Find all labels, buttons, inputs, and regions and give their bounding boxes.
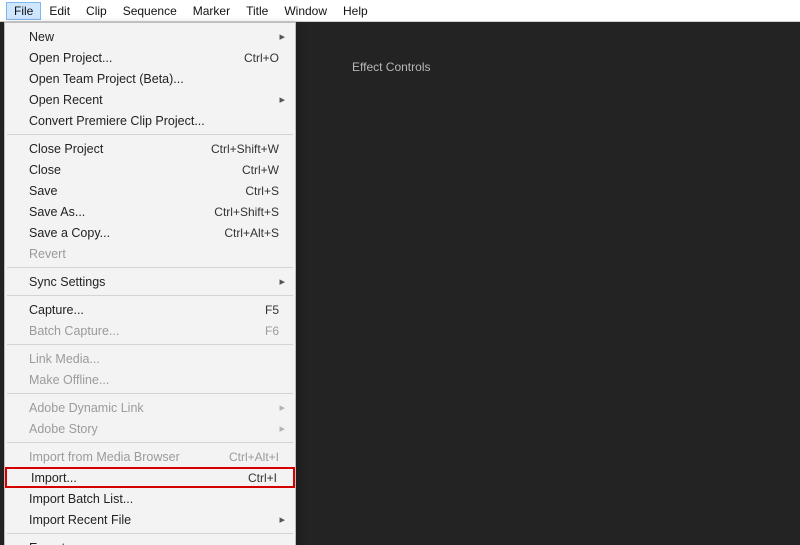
menu-item-label: Import Recent File xyxy=(29,513,279,527)
menubar-item-clip[interactable]: Clip xyxy=(78,2,115,20)
menu-item-label: Make Offline... xyxy=(29,373,279,387)
menu-item-adobe-story: Adobe Story▸ xyxy=(5,418,295,439)
menubar-item-help[interactable]: Help xyxy=(335,2,376,20)
menu-item-save[interactable]: Save Ctrl+S xyxy=(5,180,295,201)
menu-item-shortcut: Ctrl+I xyxy=(248,471,277,485)
menu-separator xyxy=(7,393,293,394)
menu-item-sync-settings[interactable]: Sync Settings▸ xyxy=(5,271,295,292)
menu-item-label: Export xyxy=(29,541,279,545)
menu-item-import-batch-list[interactable]: Import Batch List... xyxy=(5,488,295,509)
menu-separator xyxy=(7,267,293,268)
menu-item-open-recent[interactable]: Open Recent▸ xyxy=(5,89,295,110)
menu-item-label: Import Batch List... xyxy=(29,492,279,506)
menu-item-close[interactable]: Close Ctrl+W xyxy=(5,159,295,180)
effect-controls-label: Effect Controls xyxy=(352,60,430,74)
menu-item-batch-capture: Batch Capture... F6 xyxy=(5,320,295,341)
menu-item-export[interactable]: Export▸ xyxy=(5,537,295,545)
chevron-right-icon: ▸ xyxy=(279,275,285,288)
file-menu-dropdown: New▸Open Project...Ctrl+OOpen Team Proje… xyxy=(4,22,296,545)
menu-item-open-project[interactable]: Open Project... Ctrl+O xyxy=(5,47,295,68)
menu-separator xyxy=(7,344,293,345)
menu-item-label: Link Media... xyxy=(29,352,279,366)
menu-item-label: Close Project xyxy=(29,142,201,156)
chevron-right-icon: ▸ xyxy=(279,401,285,414)
menu-item-import-from-media-browser: Import from Media Browser Ctrl+Alt+I xyxy=(5,446,295,467)
menubar: FileEditClipSequenceMarkerTitleWindowHel… xyxy=(0,0,800,22)
menu-item-label: Open Recent xyxy=(29,93,279,107)
menubar-item-window[interactable]: Window xyxy=(276,2,335,20)
menu-item-label: Save xyxy=(29,184,235,198)
menu-item-label: Import... xyxy=(31,471,238,485)
menu-item-shortcut: Ctrl+W xyxy=(242,163,279,177)
menu-item-label: Import from Media Browser xyxy=(29,450,219,464)
menubar-item-sequence[interactable]: Sequence xyxy=(115,2,185,20)
menu-item-shortcut: F5 xyxy=(265,303,279,317)
menubar-item-title[interactable]: Title xyxy=(238,2,276,20)
chevron-right-icon: ▸ xyxy=(279,30,285,43)
menu-item-label: Convert Premiere Clip Project... xyxy=(29,114,279,128)
menu-item-label: Revert xyxy=(29,247,279,261)
chevron-right-icon: ▸ xyxy=(279,513,285,526)
menu-item-label: Close xyxy=(29,163,232,177)
menu-item-import[interactable]: Import... Ctrl+I xyxy=(5,467,295,488)
menu-item-import-recent-file[interactable]: Import Recent File▸ xyxy=(5,509,295,530)
menu-item-shortcut: Ctrl+Shift+S xyxy=(214,205,279,219)
menu-item-adobe-dynamic-link: Adobe Dynamic Link▸ xyxy=(5,397,295,418)
menu-item-label: Capture... xyxy=(29,303,255,317)
menu-item-shortcut: Ctrl+S xyxy=(245,184,279,198)
menu-item-shortcut: Ctrl+Alt+S xyxy=(224,226,279,240)
menu-item-link-media: Link Media... xyxy=(5,348,295,369)
menubar-item-file[interactable]: File xyxy=(6,2,41,20)
menu-item-new[interactable]: New▸ xyxy=(5,26,295,47)
chevron-right-icon: ▸ xyxy=(279,541,285,545)
menu-separator xyxy=(7,295,293,296)
menubar-item-edit[interactable]: Edit xyxy=(41,2,78,20)
menu-separator xyxy=(7,533,293,534)
menu-item-capture[interactable]: Capture... F5 xyxy=(5,299,295,320)
menu-item-shortcut: F6 xyxy=(265,324,279,338)
menu-item-shortcut: Ctrl+Alt+I xyxy=(229,450,279,464)
menu-item-open-team-project-beta[interactable]: Open Team Project (Beta)... xyxy=(5,68,295,89)
menu-item-label: Batch Capture... xyxy=(29,324,255,338)
workspace: Effect Controls New▸Open Project...Ctrl+… xyxy=(0,22,800,545)
menu-item-revert: Revert xyxy=(5,243,295,264)
menu-item-save-as[interactable]: Save As... Ctrl+Shift+S xyxy=(5,201,295,222)
menu-item-label: Adobe Story xyxy=(29,422,279,436)
menu-separator xyxy=(7,442,293,443)
menu-item-label: Sync Settings xyxy=(29,275,279,289)
menu-item-save-a-copy[interactable]: Save a Copy... Ctrl+Alt+S xyxy=(5,222,295,243)
menu-item-make-offline: Make Offline... xyxy=(5,369,295,390)
menu-item-label: Adobe Dynamic Link xyxy=(29,401,279,415)
menu-item-label: Save a Copy... xyxy=(29,226,214,240)
menu-item-label: Open Project... xyxy=(29,51,234,65)
menu-separator xyxy=(7,134,293,135)
menu-item-close-project[interactable]: Close Project Ctrl+Shift+W xyxy=(5,138,295,159)
menu-item-label: Save As... xyxy=(29,205,204,219)
menu-item-label: New xyxy=(29,30,279,44)
menubar-item-marker[interactable]: Marker xyxy=(185,2,238,20)
chevron-right-icon: ▸ xyxy=(279,422,285,435)
chevron-right-icon: ▸ xyxy=(279,93,285,106)
menu-item-label: Open Team Project (Beta)... xyxy=(29,72,279,86)
menu-item-shortcut: Ctrl+Shift+W xyxy=(211,142,279,156)
menu-item-shortcut: Ctrl+O xyxy=(244,51,279,65)
menu-item-convert-premiere-clip-project[interactable]: Convert Premiere Clip Project... xyxy=(5,110,295,131)
